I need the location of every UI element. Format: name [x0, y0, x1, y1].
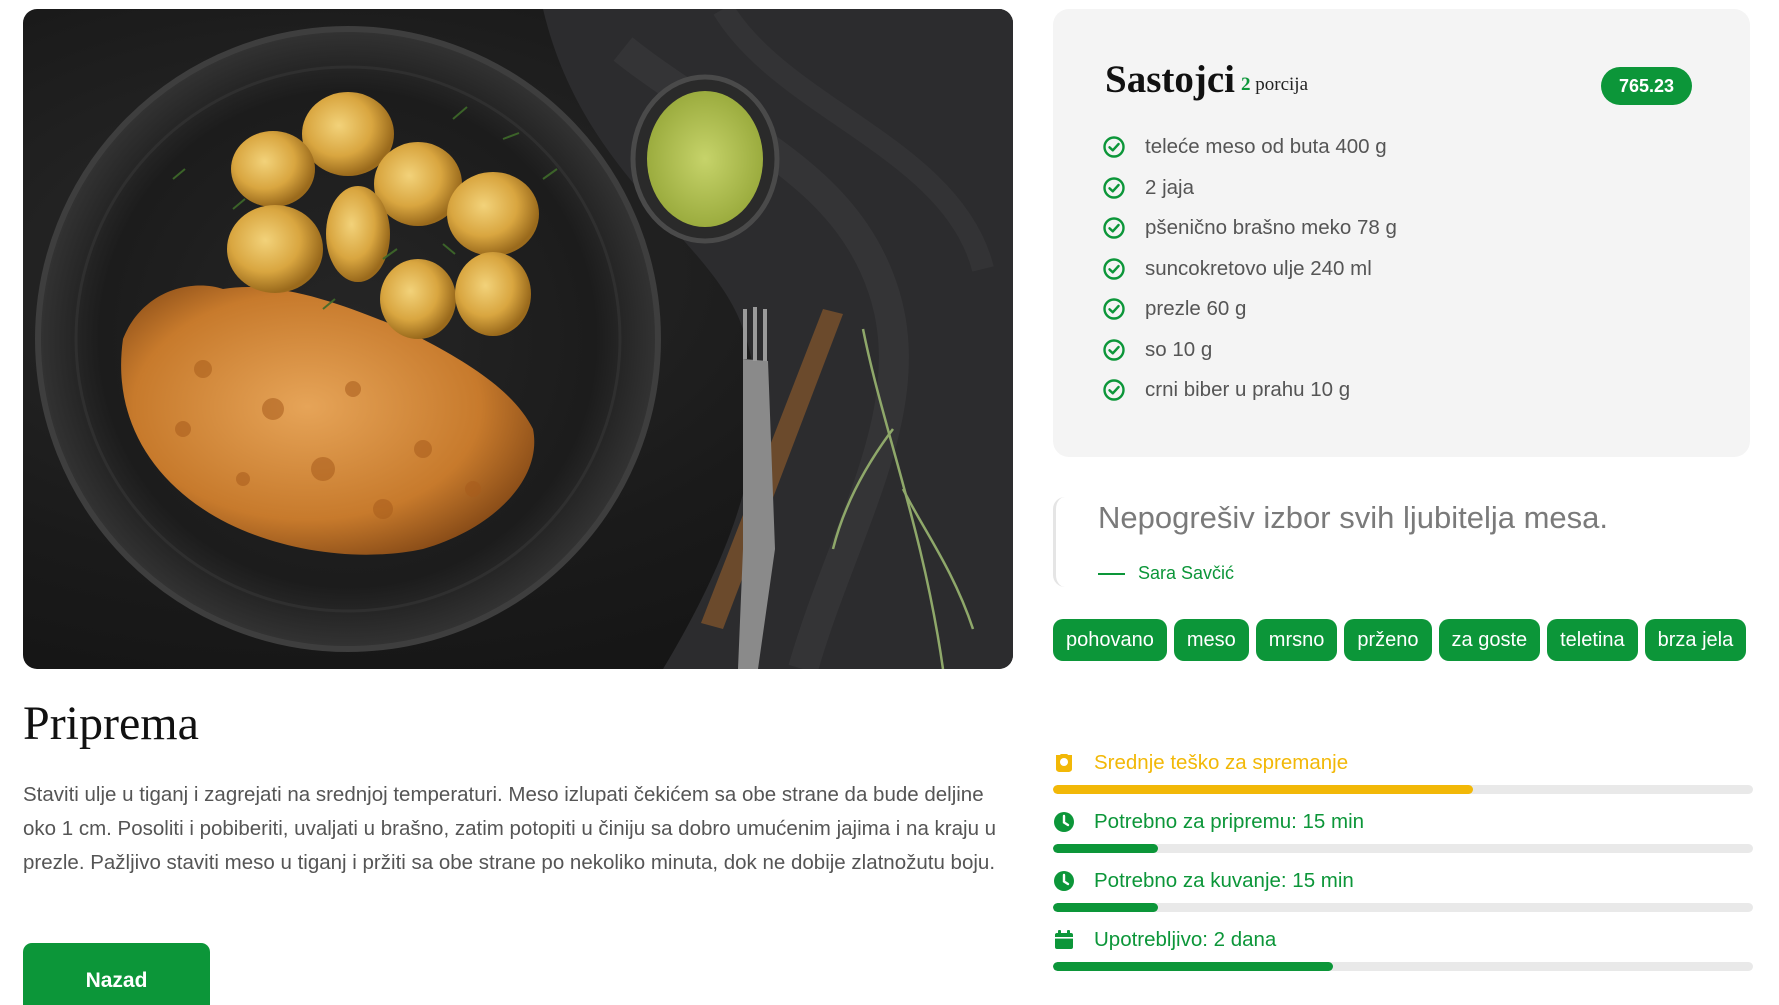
ingredient-item: prezle 60 g	[1103, 289, 1397, 330]
cook-time-label: Potrebno za kuvanje: 15 min	[1094, 869, 1354, 892]
clock-icon	[1054, 812, 1074, 832]
ingredient-label: 2 jaja	[1145, 175, 1195, 199]
ingredient-item: 2 jaja	[1103, 168, 1397, 209]
check-circle-icon	[1103, 217, 1125, 239]
ingredient-label: teleće meso od buta 400 g	[1145, 135, 1387, 159]
preparation-title: Priprema	[23, 697, 199, 750]
recipe-photo	[23, 9, 1013, 669]
shelf-life-meter: Upotrebljivo: 2 dana	[1053, 926, 1753, 971]
quote-author: Sara Savčić	[1098, 563, 1234, 584]
check-circle-icon	[1103, 258, 1125, 280]
quote-author-name: Sara Savčić	[1138, 563, 1235, 583]
chef-hat-icon	[1056, 754, 1072, 772]
difficulty-fill	[1053, 785, 1473, 794]
tag-list: pohovano meso mrsno prženo za goste tele…	[1053, 619, 1753, 661]
ingredient-label: prezle 60 g	[1145, 297, 1247, 321]
cook-time-track	[1053, 903, 1753, 912]
schnitzel-photo-illustration	[35, 9, 1013, 669]
tag-za-goste[interactable]: za goste	[1438, 619, 1541, 661]
prep-time-fill	[1053, 844, 1158, 853]
cook-time-meter: Potrebno za kuvanje: 15 min	[1053, 867, 1753, 912]
portion-info: 2 porcija	[1241, 74, 1308, 96]
check-circle-icon	[1103, 298, 1125, 320]
ingredients-title: Sastojci	[1105, 58, 1235, 101]
tag-teletina[interactable]: teletina	[1547, 619, 1638, 661]
ingredient-label: crni biber u prahu 10 g	[1145, 378, 1351, 402]
recipe-quote: Nepogrešiv izbor svih ljubitelja mesa. S…	[1053, 497, 1753, 587]
calendar-icon	[1055, 930, 1073, 949]
shelf-life-track	[1053, 962, 1753, 971]
ingredient-list: teleće meso od buta 400 g 2 jaja pšeničn…	[1103, 127, 1397, 411]
tag-brza-jela[interactable]: brza jela	[1644, 619, 1747, 661]
ingredient-label: suncokretovo ulje 240 ml	[1145, 256, 1372, 280]
clock-icon	[1054, 871, 1074, 891]
prep-time-track	[1053, 844, 1753, 853]
preparation-text: Staviti ulje u tiganj i zagrejati na sre…	[23, 783, 997, 874]
ingredient-item: suncokretovo ulje 240 ml	[1103, 249, 1397, 290]
check-circle-icon	[1103, 177, 1125, 199]
ingredient-item: pšenično brašno meko 78 g	[1103, 208, 1397, 249]
quote-text: Nepogrešiv izbor svih ljubitelja mesa.	[1098, 500, 1609, 535]
back-button[interactable]: Nazad	[23, 943, 210, 1005]
tag-mrsno[interactable]: mrsno	[1255, 619, 1338, 661]
check-circle-icon	[1103, 379, 1125, 401]
price-badge: 765.23	[1601, 67, 1692, 105]
check-circle-icon	[1103, 339, 1125, 361]
ingredient-item: crni biber u prahu 10 g	[1103, 370, 1397, 411]
portion-count: 2	[1241, 74, 1251, 95]
tag-pohovano[interactable]: pohovano	[1053, 619, 1167, 661]
ingredient-label: pšenično brašno meko 78 g	[1145, 216, 1397, 240]
difficulty-track	[1053, 785, 1753, 794]
shelf-life-label: Upotrebljivo: 2 dana	[1094, 928, 1277, 951]
portion-label: porcija	[1255, 74, 1309, 95]
ingredient-item: teleće meso od buta 400 g	[1103, 127, 1397, 168]
ingredient-label: so 10 g	[1145, 337, 1213, 361]
difficulty-meter: Srednje teško za spremanje	[1053, 749, 1753, 794]
tag-meso[interactable]: meso	[1173, 619, 1249, 661]
cook-time-fill	[1053, 903, 1158, 912]
shelf-life-fill	[1053, 962, 1333, 971]
prep-time-meter: Potrebno za pripremu: 15 min	[1053, 808, 1753, 853]
tag-przeno[interactable]: prženo	[1344, 619, 1432, 661]
ingredient-item: so 10 g	[1103, 330, 1397, 371]
ingredients-card: Sastojci 2 porcija 765.23 teleće meso od…	[1053, 9, 1750, 457]
quote-dash	[1098, 572, 1125, 575]
check-circle-icon	[1103, 136, 1125, 158]
difficulty-label: Srednje teško za spremanje	[1094, 751, 1349, 774]
prep-time-label: Potrebno za pripremu: 15 min	[1094, 810, 1365, 833]
